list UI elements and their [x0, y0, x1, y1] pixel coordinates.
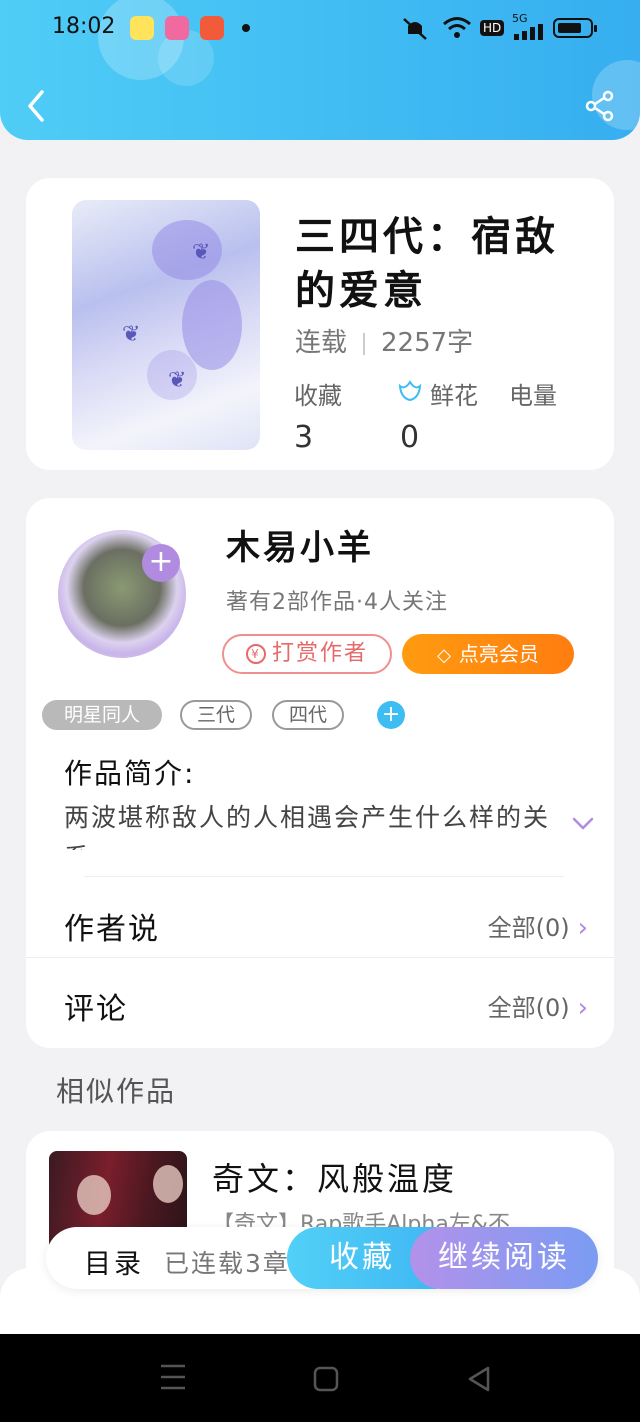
yen-icon: ¥: [245, 644, 266, 664]
app-notification-icon: [200, 16, 224, 40]
reward-label: 打赏作者: [271, 641, 368, 666]
stat-value-flowers: 0: [400, 420, 420, 455]
book-status-line: 连载 2257字: [295, 322, 473, 359]
divider: [26, 957, 614, 958]
intro-label: 作品简介:: [64, 757, 196, 790]
share-icon[interactable]: [584, 90, 616, 122]
reward-author-button[interactable]: ¥ 打赏作者: [222, 634, 392, 674]
hd-badge: HD: [480, 20, 505, 36]
diamond-icon: ◇: [437, 645, 451, 666]
chevron-right-icon: ›: [577, 993, 588, 1023]
author-notes-all-link[interactable]: 全部(0) ›: [488, 908, 588, 943]
cover-flower: [182, 280, 242, 370]
app-notification-icon: [165, 16, 189, 40]
flower-icon: [398, 380, 422, 402]
system-nav-bar: [0, 1334, 640, 1422]
nav-back-icon[interactable]: [466, 1366, 492, 1392]
header: 18:02 HD 5G: [0, 0, 640, 140]
wifi-icon: [443, 17, 471, 38]
status-bar: 18:02 HD 5G: [0, 0, 640, 60]
word-count: 2257字: [381, 328, 474, 358]
add-tag-button[interactable]: +: [377, 701, 405, 729]
butterfly-icon: ❦: [192, 240, 211, 265]
continue-reading-button[interactable]: 继续阅读: [410, 1227, 598, 1289]
comments-all-link[interactable]: 全部(0) ›: [488, 988, 588, 1023]
author-subtitle: 著有2部作品·4人关注: [226, 590, 448, 615]
chevron-down-icon[interactable]: [570, 810, 596, 836]
signal-icon: [514, 24, 543, 40]
author-name[interactable]: 木易小羊: [226, 520, 374, 569]
butterfly-icon: ❦: [168, 368, 187, 393]
divider: [84, 876, 564, 877]
follow-author-button[interactable]: +: [142, 544, 180, 582]
divider: [363, 332, 366, 355]
tag-star-fanfic[interactable]: 明星同人: [42, 700, 162, 730]
vip-button[interactable]: ◇ 点亮会员: [402, 634, 574, 674]
author-notes-label[interactable]: 作者说: [64, 904, 160, 948]
more-notifications-dot: [242, 24, 250, 32]
toc-button[interactable]: 目录: [84, 1242, 144, 1281]
chapter-count: 已连载3章: [164, 1249, 290, 1278]
comments-label[interactable]: 评论: [64, 984, 128, 1028]
book-title: 三四代：宿敌的爱意: [295, 214, 559, 314]
back-arrow-icon[interactable]: [22, 88, 52, 124]
stat-label-favorites: 收藏: [294, 382, 342, 410]
nav-menu-icon[interactable]: [160, 1362, 186, 1392]
similar-works-heading: 相似作品: [56, 1075, 177, 1108]
stat-value-favorites: 3: [294, 420, 314, 455]
tag-fourth-gen[interactable]: 四代: [272, 700, 344, 730]
cover-flower: [152, 220, 222, 280]
intro-text: 两波堪称敌人的人相遇会产生什么样的关系: [64, 803, 551, 850]
stat-label-flowers: 鲜花: [430, 382, 478, 410]
cover-figure: [77, 1175, 111, 1215]
battery-icon: [553, 18, 597, 38]
tag-third-gen[interactable]: 三代: [180, 700, 252, 730]
status-time: 18:02: [52, 14, 116, 39]
book-cover[interactable]: ❦ ❦ ❦: [72, 200, 260, 450]
stat-label-energy: 电量: [509, 382, 557, 410]
cover-figure: [153, 1165, 183, 1203]
similar-work-title[interactable]: 奇文：风般温度: [212, 1154, 457, 1200]
comments-count: 全部(0): [487, 994, 570, 1022]
author-notes-count: 全部(0): [487, 914, 570, 942]
mute-icon: [403, 18, 427, 40]
chevron-right-icon: ›: [577, 913, 588, 943]
nav-home-icon[interactable]: [313, 1366, 339, 1392]
butterfly-icon: ❦: [122, 322, 141, 347]
serial-status: 连载: [295, 328, 348, 358]
vip-label: 点亮会员: [458, 642, 539, 666]
app-notification-icon: [130, 16, 154, 40]
